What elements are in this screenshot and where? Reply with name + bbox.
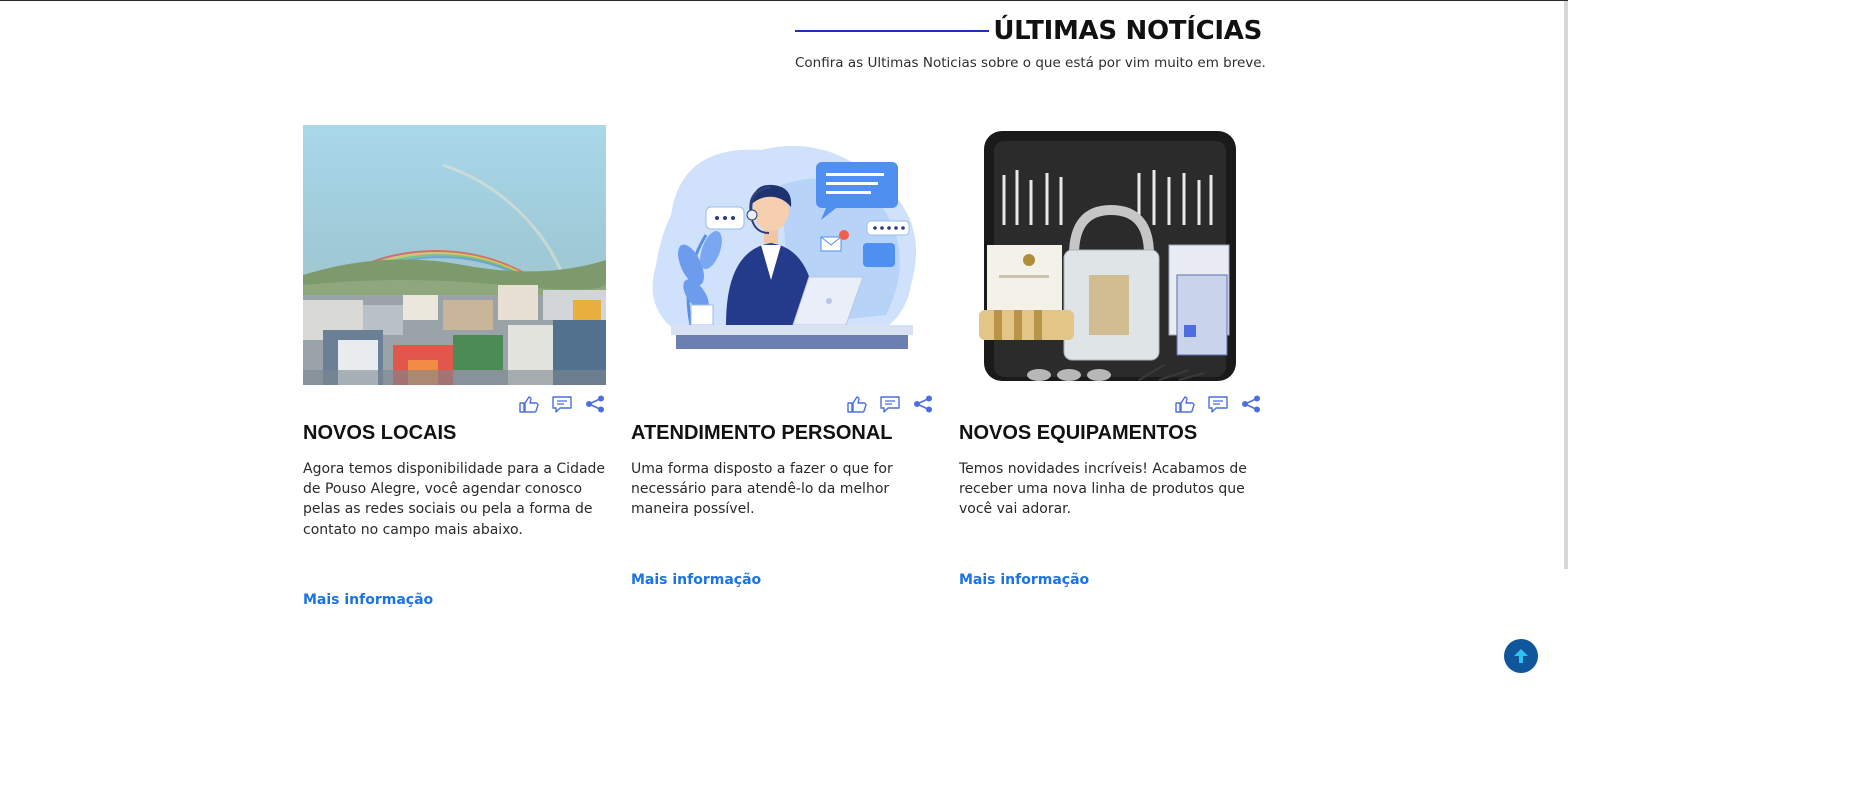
card-actions <box>1174 395 1262 413</box>
card-description: Temos novidades incríveis! Acabamos de r… <box>959 461 1247 518</box>
support-illustration-image <box>631 125 934 385</box>
more-info-link[interactable]: Mais informação <box>631 572 761 588</box>
section-title: ÚLTIMAS NOTÍCIAS <box>993 16 1262 46</box>
more-info-link[interactable]: Mais informação <box>303 592 433 608</box>
card-title: NOVOS EQUIPAMENTOS <box>959 422 1198 444</box>
news-section-header: ÚLTIMAS NOTÍCIAS Confira as Ultimas Noti… <box>795 13 1266 71</box>
arrow-up-icon <box>1514 649 1528 663</box>
news-card-novos-locais: NOVOS LOCAIS Agora temos disponibilidade… <box>303 125 606 608</box>
news-card-novos-equipamentos: NOVOS EQUIPAMENTOS Temos novidades incrí… <box>959 125 1262 588</box>
rainbow-city-image <box>303 125 606 385</box>
share-icon[interactable] <box>584 395 606 413</box>
card-actions <box>518 395 606 413</box>
thumbs-up-icon[interactable] <box>846 395 868 413</box>
title-decorative-line <box>795 30 990 32</box>
share-icon[interactable] <box>912 395 934 413</box>
card-description: Uma forma disposto a fazer o que for nec… <box>631 461 893 518</box>
rainbow-city-photo <box>303 125 606 385</box>
thumbs-up-icon[interactable] <box>1174 395 1196 413</box>
comment-icon[interactable] <box>879 395 901 413</box>
card-actions <box>846 395 934 413</box>
section-subtitle: Confira as Ultimas Noticias sobre o que … <box>795 55 1266 71</box>
customer-support-illustration <box>631 125 934 385</box>
card-description: Agora temos disponibilidade para a Cidad… <box>303 461 606 538</box>
scroll-to-top-button[interactable] <box>1504 639 1538 673</box>
share-icon[interactable] <box>1240 395 1262 413</box>
thumbs-up-icon[interactable] <box>518 395 540 413</box>
comment-icon[interactable] <box>551 395 573 413</box>
more-info-link[interactable]: Mais informação <box>959 572 1089 588</box>
lockpick-set-image <box>959 125 1262 385</box>
lockpick-set-photo <box>959 125 1262 385</box>
title-row: ÚLTIMAS NOTÍCIAS <box>795 13 1262 49</box>
page-scrollbar[interactable] <box>1564 1 1568 569</box>
card-title: NOVOS LOCAIS <box>303 422 457 444</box>
card-title: ATENDIMENTO PERSONAL <box>631 422 893 444</box>
comment-icon[interactable] <box>1207 395 1229 413</box>
news-card-atendimento-personal: ATENDIMENTO PERSONAL Uma forma disposto … <box>631 125 934 588</box>
